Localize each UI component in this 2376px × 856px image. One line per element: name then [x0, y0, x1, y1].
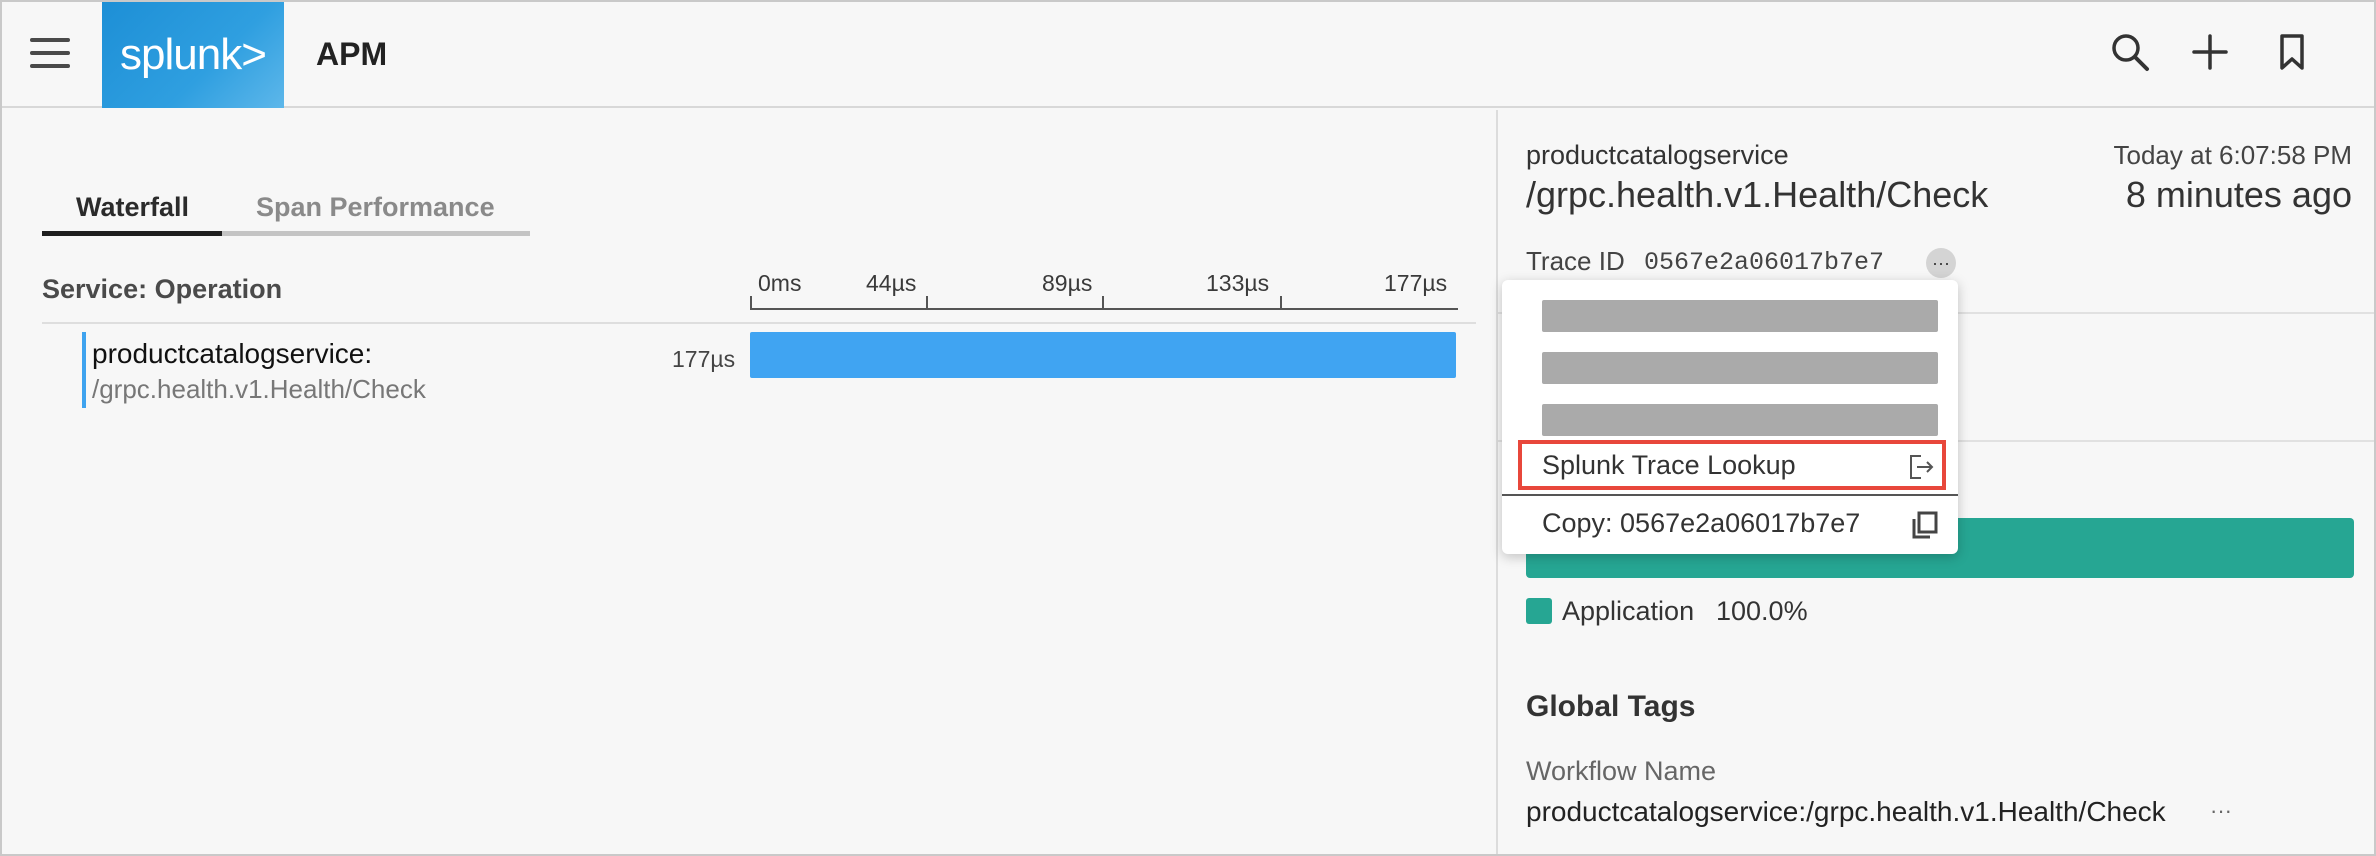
- axis-tick-label: 177µs: [1384, 270, 1448, 296]
- trace-id-value: 0567e2a06017b7e7: [1644, 248, 1885, 277]
- bookmark-icon[interactable]: [2270, 30, 2314, 74]
- header-divider: [42, 322, 1476, 324]
- tab-waterfall[interactable]: Waterfall: [76, 192, 189, 223]
- splunk-trace-lookup-item[interactable]: Splunk Trace Lookup: [1518, 440, 1946, 490]
- detail-operation-name: /grpc.health.v1.Health/Check: [1526, 174, 1989, 215]
- trace-actions-menu: Splunk Trace Lookup Copy: 0567e2a06017b7…: [1502, 280, 1958, 554]
- axis-tick-label: 44µs: [866, 270, 917, 296]
- legend-swatch-application: [1526, 598, 1552, 624]
- tag-value: productcatalogservice:/grpc.health.v1.He…: [1526, 796, 2166, 827]
- menu-item-label: Copy: 0567e2a06017b7e7: [1542, 508, 1861, 538]
- plus-icon[interactable]: [2188, 30, 2232, 74]
- hamburger-menu-icon[interactable]: [30, 38, 70, 70]
- axis-line: [750, 308, 1458, 310]
- span-depth-indicator: [82, 332, 86, 408]
- global-tags-title: Global Tags: [1526, 690, 1696, 723]
- search-icon[interactable]: [2108, 30, 2152, 74]
- trace-actions-button[interactable]: ···: [1926, 248, 1956, 278]
- external-link-icon: [1910, 455, 1934, 479]
- menu-separator: [1502, 494, 1958, 496]
- span-row[interactable]: productcatalogservice: /grpc.health.v1.H…: [82, 332, 1462, 408]
- span-duration: 177µs: [672, 346, 736, 372]
- redacted-menu-item[interactable]: [1542, 352, 1938, 384]
- top-bar: splunk> APM: [2, 2, 2374, 108]
- app-title: APM: [316, 36, 388, 72]
- axis-tick: [1280, 296, 1282, 310]
- tab-bar: Waterfall Span Performance: [42, 180, 530, 236]
- splunk-logo[interactable]: splunk>: [102, 2, 284, 108]
- copy-icon: [1912, 511, 1938, 539]
- redacted-menu-item[interactable]: [1542, 300, 1938, 332]
- more-icon: ···: [1932, 253, 1950, 273]
- legend-label: Application: [1562, 596, 1695, 626]
- copy-trace-id-item[interactable]: Copy: 0567e2a06017b7e7: [1518, 498, 1946, 548]
- menu-item-label: Splunk Trace Lookup: [1542, 450, 1796, 480]
- span-bar[interactable]: [750, 332, 1456, 378]
- time-axis: 0ms 44µs 89µs 133µs 177µs: [750, 270, 1458, 310]
- detail-relative-time: 8 minutes ago: [2125, 174, 2352, 215]
- trace-id-label: Trace ID: [1526, 246, 1625, 276]
- axis-tick-label: 89µs: [1042, 270, 1093, 296]
- detail-service-name: productcatalogservice: [1526, 140, 1789, 170]
- axis-tick: [750, 296, 752, 310]
- axis-tick: [1102, 296, 1104, 310]
- detail-timestamp: Today at 6:07:58 PM: [2113, 140, 2352, 170]
- active-tab-indicator: [42, 231, 222, 236]
- tag-key: Workflow Name: [1526, 756, 1717, 786]
- tab-span-performance[interactable]: Span Performance: [256, 192, 495, 223]
- column-header: Service: Operation: [42, 274, 283, 304]
- tag-more-button[interactable]: ···: [2210, 798, 2232, 824]
- logo-text: splunk>: [120, 30, 267, 79]
- axis-tick-label: 0ms: [758, 270, 802, 296]
- legend-percent: 100.0%: [1716, 596, 1808, 626]
- redacted-menu-item[interactable]: [1542, 404, 1938, 436]
- axis-tick: [926, 296, 928, 310]
- span-operation-name: /grpc.health.v1.Health/Check: [92, 374, 426, 404]
- axis-tick-label: 133µs: [1206, 270, 1270, 296]
- waterfall-panel: Waterfall Span Performance Service: Oper…: [2, 110, 1496, 854]
- span-service-name: productcatalogservice:: [92, 338, 373, 369]
